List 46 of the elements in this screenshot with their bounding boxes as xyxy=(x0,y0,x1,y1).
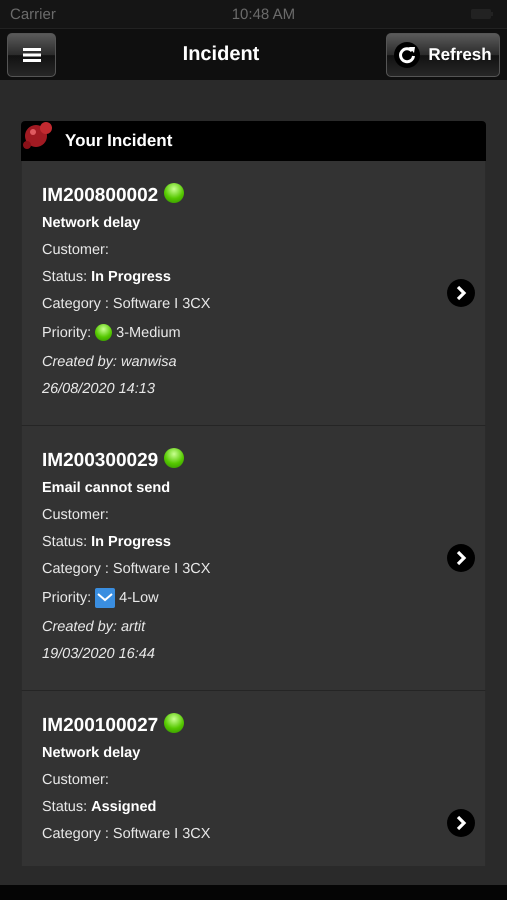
priority-label: Priority: xyxy=(42,324,92,340)
created-by-text: Created by: artit xyxy=(42,618,146,636)
status-value: In Progress xyxy=(91,268,171,284)
customer-label: Customer: xyxy=(42,770,110,790)
chevron-right-icon xyxy=(447,544,475,572)
status-label: Status: xyxy=(42,268,88,284)
chevron-right-icon xyxy=(447,279,475,307)
status-ball-icon xyxy=(164,713,184,733)
status-ball-icon xyxy=(164,448,184,468)
created-by-text: Created by: wanwisa xyxy=(42,352,178,372)
envelope-icon xyxy=(95,588,116,608)
status-ball-icon xyxy=(164,183,184,203)
incident-summary: Network delay xyxy=(42,214,142,232)
status-label: Status: xyxy=(42,798,88,814)
customer-label: Customer: xyxy=(42,240,110,260)
menu-button[interactable] xyxy=(7,32,56,76)
status-label: Status: xyxy=(42,534,88,550)
incident-card[interactable]: IM200100027 Network delay Customer: Status: Assigned Category : Software I 3CX xyxy=(21,691,486,866)
priority-ball-icon xyxy=(95,324,112,341)
priority-value: 4-Low xyxy=(119,590,159,606)
priority-label: Priority: xyxy=(42,590,92,606)
created-date: 26/08/2020 14:13 xyxy=(42,380,156,398)
section-title: Your Incident xyxy=(65,131,172,151)
page-title: Incident xyxy=(182,43,260,66)
incident-id: IM200300029 xyxy=(42,450,158,472)
refresh-icon xyxy=(394,42,420,68)
incident-card[interactable]: IM200300029 Email cannot send Customer: Status: In Progress Category : Software I 3CX Priority: 4-Low Created by: artit 19/03/2020 16:44 xyxy=(21,426,486,691)
incident-id: IM200800002 xyxy=(42,185,158,207)
carrier-label: Carrier xyxy=(10,6,56,22)
category-text: Category : Software I 3CX xyxy=(42,824,212,844)
category-text: Category : Software I 3CX xyxy=(42,560,212,578)
chevron-right-icon xyxy=(447,809,475,837)
incident-id: IM200100027 xyxy=(42,715,158,737)
menu-icon xyxy=(22,48,40,62)
incident-summary: Network delay xyxy=(42,744,142,762)
category-text: Category : Software I 3CX xyxy=(42,294,212,314)
priority-value: 3-Medium xyxy=(116,324,181,340)
created-date: 19/03/2020 16:44 xyxy=(42,644,156,664)
incident-summary: Email cannot send xyxy=(42,478,172,498)
clock-time: 10:48 AM xyxy=(232,6,296,22)
sphere-logo-icon xyxy=(21,120,55,150)
incident-card[interactable]: IM200800002 Network delay Customer: Status: In Progress Category : Software I 3CX Priority: 3-Medium Created by: wanwisa 26/08/2020 14:13 xyxy=(21,161,486,426)
status-value: Assigned xyxy=(91,798,156,814)
customer-label: Customer: xyxy=(42,506,110,524)
refresh-button[interactable]: Refresh xyxy=(386,32,500,76)
status-value: In Progress xyxy=(91,534,171,550)
